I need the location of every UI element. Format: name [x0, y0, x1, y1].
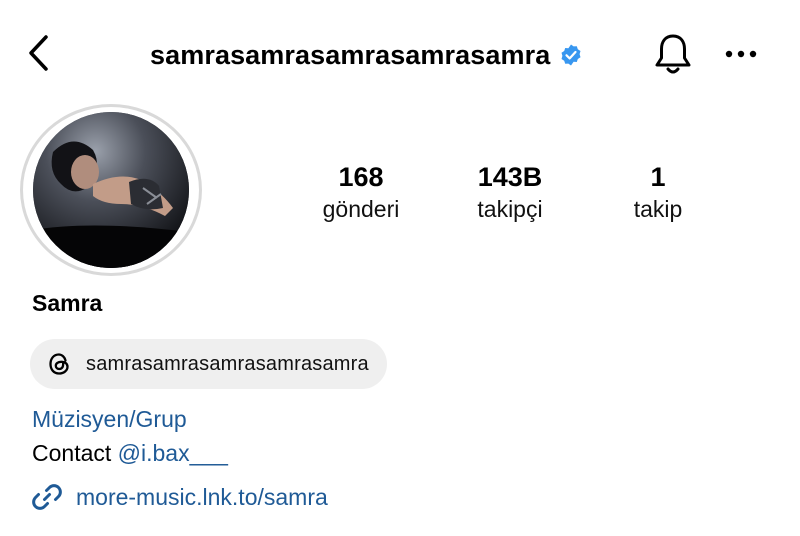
display-name: Samra	[32, 290, 103, 316]
username: samrasamrasamrasamrasamra	[150, 39, 551, 70]
stat-followers-label: takipçi	[477, 196, 543, 222]
profile-category[interactable]: Müzisyen/Grup	[32, 406, 187, 433]
avatar[interactable]	[33, 112, 189, 268]
bio-contact: Contact @i.bax___	[32, 440, 228, 467]
bell-icon	[655, 34, 691, 74]
contact-handle-link[interactable]: @i.bax___	[118, 440, 228, 466]
stat-following[interactable]: 1 takip	[603, 160, 713, 224]
verified-badge-icon	[561, 44, 581, 66]
threads-handle: samrasamrasamrasamrasamra	[86, 352, 369, 375]
external-link[interactable]: more-music.lnk.to/samra	[30, 480, 328, 514]
stat-following-label: takip	[633, 196, 683, 222]
stat-posts-label: gönderi	[322, 196, 400, 222]
chevron-left-icon	[29, 35, 48, 71]
contact-prefix: Contact	[32, 440, 118, 466]
profile-photo	[33, 112, 189, 268]
stat-posts[interactable]: 168 gönderi	[306, 160, 416, 224]
avatar-ring[interactable]	[20, 104, 202, 276]
header-title: samrasamrasamrasamrasamra	[150, 30, 583, 80]
external-link-text: more-music.lnk.to/samra	[76, 483, 328, 510]
stat-followers[interactable]: 143B takipçi	[455, 160, 565, 224]
more-horizontal-icon	[725, 50, 757, 58]
link-icon	[32, 484, 62, 510]
threads-badge-button[interactable]: samrasamrasamrasamrasamra	[30, 339, 387, 389]
stat-posts-count: 168	[338, 162, 384, 192]
threads-icon	[49, 353, 69, 375]
back-button[interactable]	[18, 30, 58, 76]
notifications-button[interactable]	[650, 30, 696, 78]
stat-followers-count: 143B	[477, 162, 543, 192]
more-options-button[interactable]	[718, 30, 764, 78]
stat-following-count: 1	[650, 162, 666, 192]
